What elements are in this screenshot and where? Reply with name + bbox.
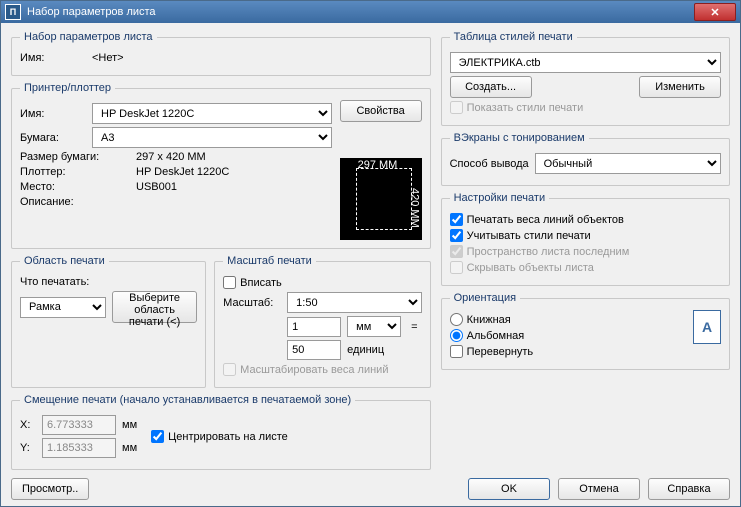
x-input <box>42 415 116 435</box>
orient-group: Ориентация Книжная Альбомная Перевернуть… <box>441 292 730 370</box>
close-button[interactable]: ✕ <box>694 3 736 21</box>
center-checkbox[interactable]: Центрировать на листе <box>151 430 288 443</box>
styletable-group: Таблица стилей печати ЭЛЕКТРИКА.ctb Созд… <box>441 31 730 126</box>
opt-paperspace: Пространство листа последним <box>450 245 721 258</box>
units-select[interactable]: мм <box>347 316 401 337</box>
properties-button[interactable]: Свойства <box>340 100 422 122</box>
options-group: Настройки печати Печатать веса линий объ… <box>441 192 730 286</box>
opt-styles[interactable]: Учитывать стили печати <box>450 229 721 242</box>
portrait-radio[interactable]: Книжная <box>450 313 685 326</box>
offset-legend: Смещение печати (начало устанавливается … <box>20 394 355 406</box>
scale-lw-input <box>223 363 236 376</box>
pagesetup-legend: Набор параметров листа <box>20 31 157 43</box>
shaded-group: ВЭкраны с тонированием Способ вывода Обы… <box>441 132 730 186</box>
what-select[interactable]: Рамка <box>20 297 106 318</box>
plotarea-legend: Область печати <box>20 255 109 267</box>
method-label: Способ вывода <box>450 158 529 170</box>
papersize-label: Размер бумаги: <box>20 151 130 163</box>
opt-hide: Скрывать объекты листа <box>450 261 721 274</box>
scale-label: Масштаб: <box>223 297 281 309</box>
show-styles-checkbox: Показать стили печати <box>450 101 721 114</box>
fit-input[interactable] <box>223 276 236 289</box>
paper-label: Бумага: <box>20 132 86 144</box>
scale-group: Масштаб печати Вписать Масштаб: 1:50 <box>214 255 430 388</box>
method-select[interactable]: Обычный <box>535 153 721 174</box>
y-label: Y: <box>20 442 36 454</box>
orientation-icon: A <box>693 310 721 344</box>
paper-preview: 297 MM 420 MM <box>340 158 422 240</box>
scale-legend: Масштаб печати <box>223 255 316 267</box>
pagesetup-name-value: <Нет> <box>92 52 124 64</box>
close-icon: ✕ <box>710 6 719 19</box>
what-label: Что печатать: <box>20 276 89 288</box>
edit-button[interactable]: Изменить <box>639 76 721 98</box>
upside-checkbox[interactable]: Перевернуть <box>450 345 685 358</box>
footer: Просмотр.. OK Отмена Справка <box>11 470 730 500</box>
scale-top-input[interactable] <box>287 317 341 337</box>
offset-group: Смещение печати (начало устанавливается … <box>11 394 431 470</box>
desc-label: Описание: <box>20 196 130 208</box>
app-icon: П <box>5 4 21 20</box>
opt-lw[interactable]: Печатать веса линий объектов <box>450 213 721 226</box>
options-legend: Настройки печати <box>450 192 550 204</box>
x-mm: мм <box>122 419 137 431</box>
ok-button[interactable]: OK <box>468 478 550 500</box>
printer-name-select[interactable]: HP DeskJet 1220C <box>92 103 332 124</box>
y-input <box>42 438 116 458</box>
where-value: USB001 <box>136 181 177 193</box>
pagesetup-name-label: Имя: <box>20 52 86 64</box>
scale-bottom-input[interactable] <box>287 340 341 360</box>
equals-sign: = <box>407 321 421 333</box>
create-button[interactable]: Создать... <box>450 76 532 98</box>
dialog-window: П Набор параметров листа ✕ Набор парамет… <box>0 0 741 507</box>
papersize-value: 297 x 420 MM <box>136 151 206 163</box>
scale-lw-checkbox: Масштабировать веса линий <box>223 363 421 376</box>
landscape-radio[interactable]: Альбомная <box>450 329 685 342</box>
preview-height: 420 MM <box>409 188 421 228</box>
cancel-button[interactable]: Отмена <box>558 478 640 500</box>
preview-button[interactable]: Просмотр.. <box>11 478 89 500</box>
fit-checkbox[interactable]: Вписать <box>223 276 421 289</box>
shaded-legend: ВЭкраны с тонированием <box>450 132 589 144</box>
titlebar: П Набор параметров листа ✕ <box>1 1 740 23</box>
pagesetup-group: Набор параметров листа Имя: <Нет> <box>11 31 431 76</box>
help-button[interactable]: Справка <box>648 478 730 500</box>
plotter-label: Плоттер: <box>20 166 130 178</box>
scale-select[interactable]: 1:50 <box>287 292 421 313</box>
show-styles-input <box>450 101 463 114</box>
window-button[interactable]: Выберите область печати (<) <box>112 291 197 323</box>
styletable-select[interactable]: ЭЛЕКТРИКА.ctb <box>450 52 721 73</box>
x-label: X: <box>20 419 36 431</box>
plotarea-group: Область печати Что печатать: Рамка Выбер… <box>11 255 206 388</box>
plotter-value: HP DeskJet 1220C <box>136 166 229 178</box>
units-label: единиц <box>347 344 384 356</box>
center-input[interactable] <box>151 430 164 443</box>
paper-select[interactable]: A3 <box>92 127 332 148</box>
where-label: Место: <box>20 181 130 193</box>
window-title: Набор параметров листа <box>27 6 156 18</box>
preview-sheet <box>356 168 412 230</box>
y-mm: мм <box>122 442 137 454</box>
orient-legend: Ориентация <box>450 292 520 304</box>
printer-legend: Принтер/плоттер <box>20 82 115 94</box>
printer-name-label: Имя: <box>20 108 86 120</box>
printer-group: Принтер/плоттер Имя: HP DeskJet 1220C Бу… <box>11 82 431 249</box>
styletable-legend: Таблица стилей печати <box>450 31 577 43</box>
